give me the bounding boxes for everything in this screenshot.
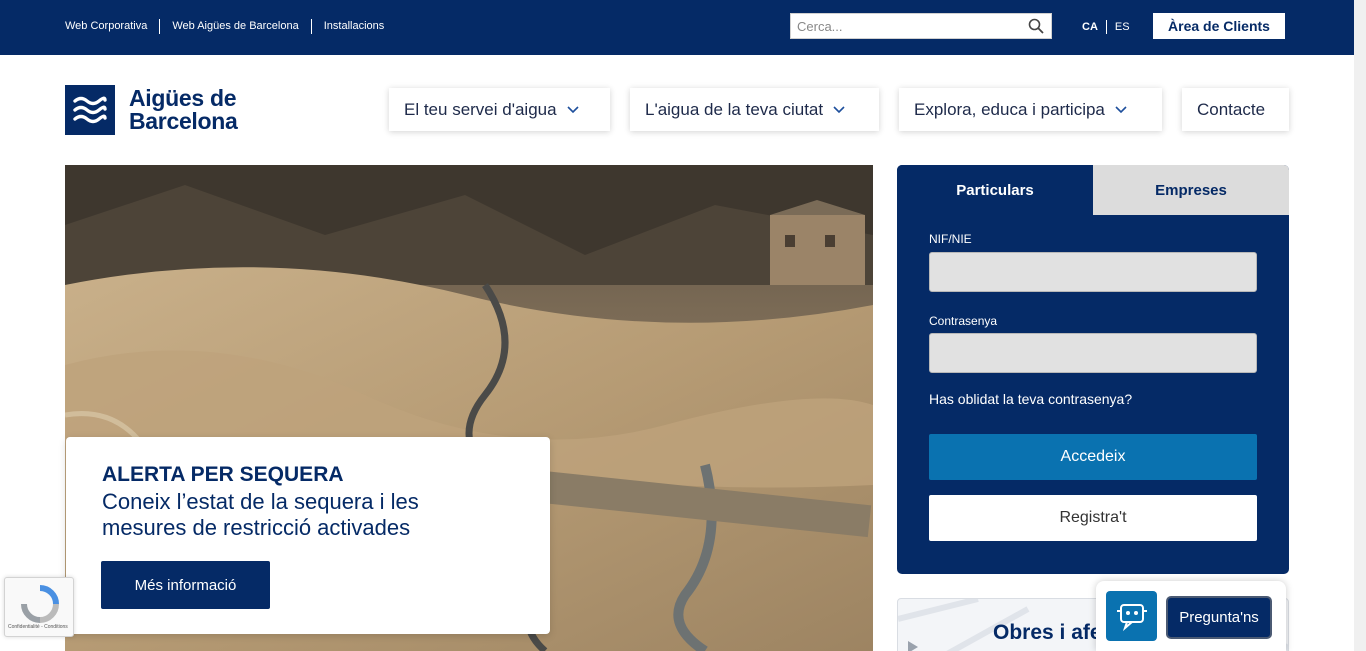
top-bar: Web Corporativa Web Aigües de Barcelona …: [0, 0, 1354, 55]
forgot-password-link[interactable]: Has oblidat la teva contrasenya?: [929, 391, 1132, 407]
lang-ca[interactable]: CA: [1082, 20, 1107, 34]
ask-us-button[interactable]: Pregunta'ns: [1166, 596, 1272, 639]
logo-line2: Barcelona: [129, 108, 238, 134]
password-label: Contrasenya: [929, 314, 998, 328]
chatbot-icon[interactable]: [1106, 591, 1157, 641]
nav-servei-aigua[interactable]: El teu servei d'aigua: [389, 88, 610, 131]
more-info-button[interactable]: Més informació: [101, 561, 270, 609]
nav-aigua-ciutat-label: L'aigua de la teva ciutat: [645, 99, 824, 119]
nav-explora[interactable]: Explora, educa i participa: [899, 88, 1162, 131]
tab-particulars[interactable]: Particulars: [897, 165, 1093, 215]
logo-line1: Aigües de: [129, 85, 237, 111]
language-switcher: CA ES: [1082, 20, 1138, 34]
nav-contacte[interactable]: Contacte: [1182, 88, 1289, 131]
site-logo[interactable]: Aigües de Barcelona: [65, 85, 238, 135]
recaptcha-icon: [21, 585, 59, 623]
nif-label: NIF/NIE: [929, 232, 972, 246]
alert-subtitle-line1: Coneix l’estat de la sequera i les: [102, 489, 419, 514]
alert-title: ALERTA PER SEQUERA: [102, 463, 344, 486]
link-web-aigues[interactable]: Web Aigües de Barcelona: [160, 19, 312, 34]
top-links: Web Corporativa Web Aigües de Barcelona …: [65, 19, 396, 34]
nav-explora-label: Explora, educa i participa: [914, 99, 1105, 119]
access-button[interactable]: Accedeix: [929, 434, 1257, 480]
lang-es[interactable]: ES: [1107, 20, 1138, 34]
nif-field[interactable]: [929, 252, 1257, 292]
recaptcha-text: Confidentialité - Conditions: [8, 624, 68, 630]
register-button[interactable]: Registra't: [929, 495, 1257, 541]
logo-text: Aigües de Barcelona: [129, 87, 238, 133]
tab-empreses[interactable]: Empreses: [1093, 165, 1289, 215]
chevron-down-icon: [1115, 105, 1127, 113]
logo-waves-icon: [65, 85, 115, 135]
login-tabs: Particulars Empreses: [897, 165, 1289, 215]
nav-contacte-label: Contacte: [1197, 99, 1266, 119]
link-web-corporativa[interactable]: Web Corporativa: [65, 19, 161, 34]
chevron-down-icon: [833, 105, 845, 113]
chat-widget: Pregunta'ns: [1096, 581, 1286, 651]
search-input[interactable]: [791, 14, 1021, 38]
nav-servei-aigua-label: El teu servei d'aigua: [404, 99, 557, 119]
scrollbar[interactable]: [1354, 0, 1366, 651]
client-area-button[interactable]: Àrea de Clients: [1153, 13, 1285, 39]
recaptcha-badge[interactable]: Confidentialité - Conditions: [4, 577, 74, 637]
chevron-down-icon: [566, 105, 579, 113]
search-icon[interactable]: [1028, 18, 1044, 34]
alert-subtitle-line2: mesures de restricció activades: [102, 515, 411, 540]
login-panel: Particulars Empreses NIF/NIE Contrasenya…: [897, 165, 1289, 574]
works-title: Obres i afe: [993, 621, 1102, 644]
alert-subtitle: Coneix l’estat de la sequera i les mesur…: [102, 489, 514, 541]
search-box: [790, 13, 1052, 39]
password-field[interactable]: [929, 333, 1257, 373]
drought-alert-card: ALERTA PER SEQUERA Coneix l’estat de la …: [66, 437, 550, 634]
nav-aigua-ciutat[interactable]: L'aigua de la teva ciutat: [630, 88, 879, 131]
link-installacions[interactable]: Installacions: [312, 19, 397, 34]
